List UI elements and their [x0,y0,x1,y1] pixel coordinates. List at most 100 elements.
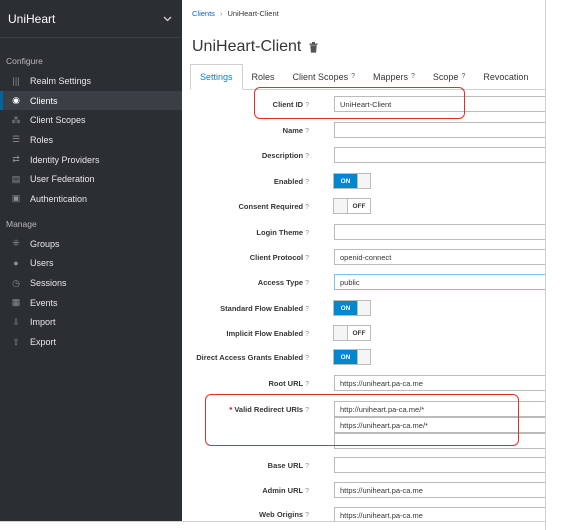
help-icon: ? [305,331,309,338]
sidebar-item-events[interactable]: ▦ Events [0,293,182,313]
manage-section-label: Manage [6,218,37,229]
export-icon: ⇧ [12,336,20,347]
sliders-icon: ||| [12,75,20,86]
sidebar-item-label: User Federation [30,174,95,185]
sidebar-item-export[interactable]: ⇧ Export [0,332,182,352]
client-id-field[interactable]: UniHeart-Client [334,96,545,112]
tab-label: Revocation [483,71,529,82]
sidebar-item-user-federation[interactable]: ▤ User Federation [0,169,182,189]
breadcrumb-clients-link[interactable]: Clients [192,9,215,18]
web-origins-field[interactable]: https://uniheart.pa-ca.me [334,507,545,521]
admin-url-field[interactable]: https://uniheart.pa-ca.me [334,482,545,498]
sidebar-item-groups[interactable]: ⁜ Groups [0,234,182,254]
redirect-uri-field[interactable]: http://uniheart.pa-ca.me/* [334,401,545,417]
sidebar-item-label: Roles [30,134,54,145]
help-icon: ? [411,73,415,80]
page-title-container: UniHeart-Client [192,38,318,56]
sidebar-item-clients[interactable]: ◉ Clients [0,90,182,111]
sidebar-item-label: Users [30,258,54,269]
tab-label: Scope [432,71,459,82]
consent-required-label: Consent Required? [238,202,310,211]
tab-mappers[interactable]: Mappers? [364,64,424,89]
user-icon: ● [13,258,19,269]
help-icon: ? [305,204,309,211]
sidebar-item-authentication[interactable]: ▣ Authentication [0,189,182,209]
consent-required-toggle[interactable]: OFF [333,198,371,214]
implicit-flow-label: Implicit Flow Enabled? [226,329,309,338]
help-icon: ? [305,230,309,237]
clock-icon: ◷ [12,277,20,288]
help-icon: ? [461,73,466,80]
breadcrumb-current: UniHeart-Client [227,9,279,18]
sidebar-item-label: Authentication [30,193,88,204]
description-field[interactable] [334,147,545,163]
page-title: UniHeart-Client [192,38,302,55]
toggle-knob [334,199,348,213]
access-type-select[interactable]: public [334,274,545,290]
required-marker: * [229,405,233,414]
breadcrumb-separator: › [219,9,223,18]
sidebar-item-import[interactable]: ⇩ Import [0,313,182,333]
help-icon: ? [305,280,309,287]
admin-url-label: Admin URL? [262,486,309,495]
sidebar-item-label: Clients [30,95,58,106]
direct-access-toggle[interactable]: ON [333,349,371,365]
help-icon: ? [351,73,355,80]
direct-access-label: Direct Access Grants Enabled? [196,353,309,362]
name-field[interactable] [334,122,545,138]
window-bottom-edge [0,521,545,530]
chevron-down-icon [163,14,172,24]
list-icon: ☰ [11,134,21,145]
help-icon: ? [305,463,309,470]
help-icon: ? [305,306,309,313]
cube-icon: ◉ [12,95,20,106]
sidebar-item-users[interactable]: ● Users [0,254,182,274]
help-icon: ? [305,512,309,519]
valid-redirect-uris-label: * Valid Redirect URIs? [229,405,309,414]
sidebar-item-realm-settings[interactable]: ||| Realm Settings [0,71,182,91]
help-icon: ? [305,488,309,495]
web-origins-label: Web Origins? [259,510,309,519]
sidebar-item-label: Realm Settings [30,75,92,86]
standard-flow-label: Standard Flow Enabled? [220,304,309,313]
login-theme-label: Login Theme? [256,228,309,237]
help-icon: ? [305,179,309,186]
main-content: Clients › UniHeart-Client UniHeart-Client … [182,0,545,521]
sidebar-item-sessions[interactable]: ◷ Sessions [0,273,182,293]
realm-selector[interactable]: UniHeart [0,0,182,38]
network-icon: ⁂ [11,114,21,125]
base-url-field[interactable] [334,457,545,473]
sidebar-item-client-scopes[interactable]: ⁂ Client Scopes [0,110,182,130]
tab-roles[interactable]: Roles [243,64,284,89]
sidebar-item-roles[interactable]: ☰ Roles [0,130,182,150]
import-icon: ⇩ [12,316,20,327]
client-protocol-label: Client Protocol? [249,253,309,262]
implicit-flow-toggle[interactable]: OFF [333,325,371,341]
sidebar-item-label: Events [30,297,58,308]
tab-settings[interactable]: Settings [190,64,243,90]
client-protocol-select[interactable]: openid-connect [334,249,545,265]
toggle-knob [357,350,370,364]
tab-label: Roles [251,71,275,82]
tab-label: Settings [200,72,233,82]
enabled-toggle[interactable]: ON [333,173,371,189]
access-type-label: Access Type? [257,278,309,287]
standard-flow-toggle[interactable]: ON [333,300,371,316]
sidebar-item-identity-providers[interactable]: ⇄ Identity Providers [0,150,182,170]
trash-icon[interactable] [309,41,318,53]
login-theme-select[interactable] [334,224,545,240]
client-id-label: Client ID? [272,100,309,109]
root-url-label: Root URL? [268,379,309,388]
database-icon: ▤ [11,173,21,184]
tab-scope[interactable]: Scope? [424,64,474,89]
group-icon: ⁜ [12,238,20,249]
sidebar-item-label: Export [30,337,57,348]
help-icon: ? [305,128,309,135]
tab-client-scopes[interactable]: Client Scopes? [284,64,364,89]
redirect-uri-field[interactable]: https://uniheart.pa-ca.me/* [334,417,545,433]
tab-label: Client Scopes [292,71,349,82]
tab-revocation[interactable]: Revocation [474,64,537,89]
configure-nav: ||| Realm Settings ◉ Clients ⁂ Client Scope… [0,71,182,209]
root-url-field[interactable]: https://uniheart.pa-ca.me [334,375,545,391]
redirect-uri-field[interactable] [334,433,545,449]
